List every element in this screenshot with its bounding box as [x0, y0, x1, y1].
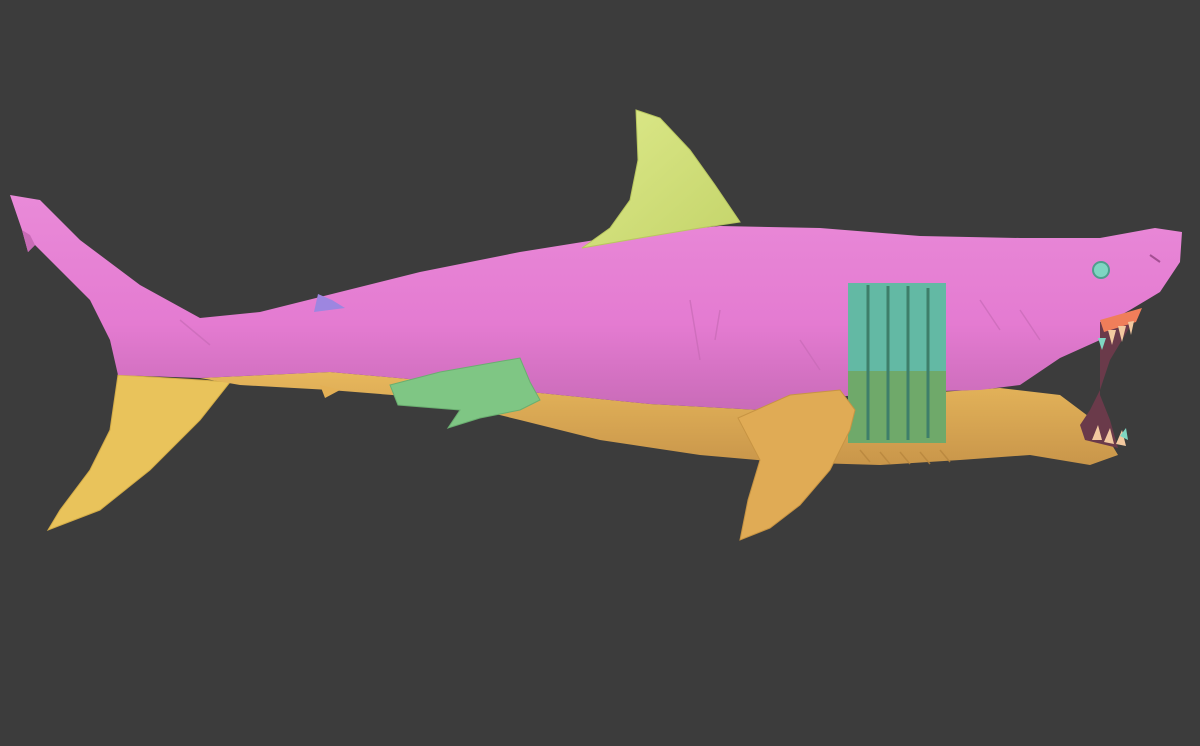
shark-model	[10, 109, 1182, 541]
tail-lower-lobe	[46, 374, 231, 531]
pectoral-fin	[737, 389, 856, 541]
eye-icon	[1092, 261, 1110, 279]
gill-slits	[848, 283, 946, 443]
viewport-canvas[interactable]	[0, 0, 1200, 746]
upper-body-region	[10, 195, 1182, 410]
